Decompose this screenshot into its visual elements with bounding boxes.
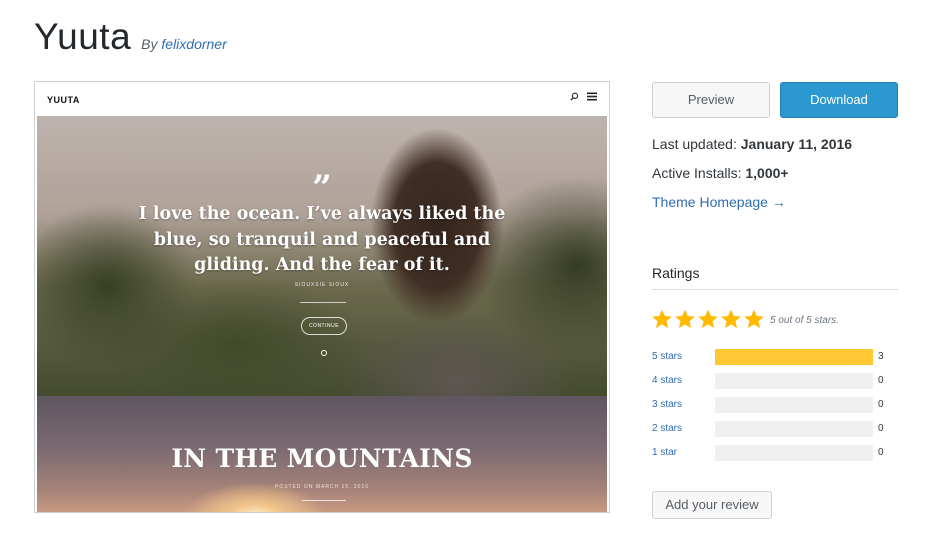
post-meta: POSTED ON MARCH 15, 2016	[274, 484, 370, 490]
rating-count: 0	[878, 399, 884, 410]
author-link[interactable]: felixdorner	[161, 36, 226, 52]
stars-caption: 5 out of 5 stars.	[770, 315, 839, 326]
rating-row-2: 2 stars 0	[652, 421, 898, 437]
rating-row-4: 4 stars 0	[652, 373, 898, 389]
active-installs: Active Installs: 1,000+	[652, 165, 789, 181]
download-button[interactable]: Download	[780, 82, 898, 118]
add-review-button[interactable]: Add your review	[652, 491, 772, 519]
rating-bar-fill	[715, 349, 873, 365]
rating-count: 0	[878, 447, 884, 458]
star-icon	[652, 309, 672, 328]
rating-bar-track	[715, 349, 873, 365]
rating-bar-track	[715, 373, 873, 389]
post-divider	[302, 500, 346, 501]
rating-link-2-stars[interactable]: 2 stars	[652, 423, 682, 434]
screenshot-navbar: YUUTA	[35, 82, 609, 116]
star-icon	[721, 309, 741, 328]
rating-link-1-star[interactable]: 1 star	[652, 447, 677, 458]
rating-bar-track	[715, 445, 873, 461]
rating-row-1: 1 star 0	[652, 445, 898, 461]
rating-count: 3	[878, 351, 884, 362]
preview-button[interactable]: Preview	[652, 82, 770, 118]
author-byline: By felixdorner	[141, 36, 227, 52]
rating-count: 0	[878, 375, 884, 386]
star-icon	[675, 309, 695, 328]
last-updated-value: January 11, 2016	[740, 136, 853, 152]
continue-button: CONTINUE	[301, 317, 347, 335]
scroll-indicator-icon	[321, 350, 327, 356]
screenshot-brand: YUUTA	[47, 95, 80, 105]
rating-link-3-stars[interactable]: 3 stars	[652, 399, 682, 410]
active-installs-value: 1,000+	[745, 165, 789, 181]
star-icon	[744, 309, 764, 328]
quote-author: SIOUXSIE SIOUX	[294, 282, 350, 288]
hamburger-menu-icon	[587, 92, 597, 101]
star-icon	[698, 309, 718, 328]
theme-homepage-link[interactable]: Theme Homepage →	[652, 194, 786, 210]
ratings-heading: Ratings	[652, 265, 700, 281]
screenshot-post-banner: IN THE MOUNTAINS POSTED ON MARCH 15, 201…	[37, 396, 607, 512]
ratings-divider	[652, 289, 898, 290]
rating-bar-track	[715, 421, 873, 437]
rating-link-5-stars[interactable]: 5 stars	[652, 351, 682, 362]
hero-quote: I love the ocean. I’ve always liked the …	[138, 204, 506, 275]
rating-row-5: 5 stars 3	[652, 349, 898, 365]
star-rating	[651, 308, 765, 330]
by-prefix: By	[141, 36, 158, 52]
theme-screenshot: YUUTA ” I love the ocean. I’ve always li…	[34, 81, 610, 513]
theme-title-row: Yuuta By felixdorner	[34, 16, 227, 58]
page-title: Yuuta	[34, 16, 132, 57]
screenshot-hero-image: ” I love the ocean. I’ve always liked th…	[37, 116, 607, 396]
rating-count: 0	[878, 423, 884, 434]
rating-bar-track	[715, 397, 873, 413]
search-icon	[570, 92, 579, 101]
rating-link-4-stars[interactable]: 4 stars	[652, 375, 682, 386]
active-installs-label: Active Installs:	[652, 165, 742, 181]
last-updated: Last updated: January 11, 2016	[652, 136, 852, 152]
last-updated-label: Last updated:	[652, 136, 737, 152]
hero-divider	[300, 302, 346, 303]
rating-row-3: 3 stars 0	[652, 397, 898, 413]
post-title: IN THE MOUNTAINS	[171, 444, 473, 473]
screenshot-nav-icons	[570, 92, 597, 101]
